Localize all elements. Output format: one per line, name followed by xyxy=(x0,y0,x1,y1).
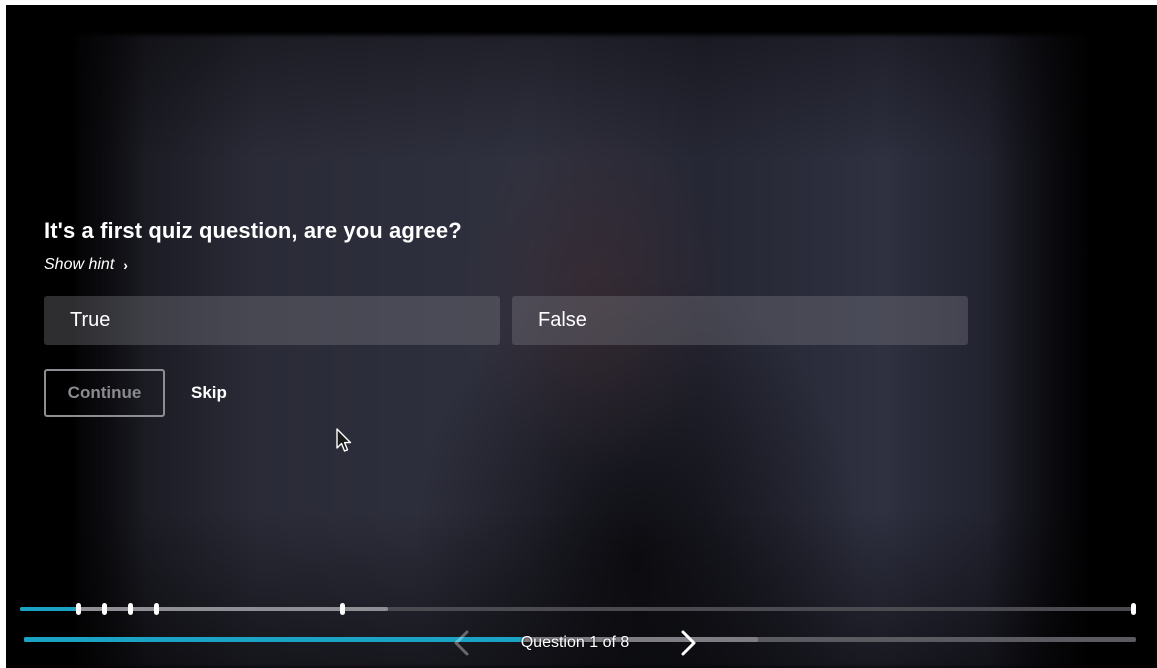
answer-label: False xyxy=(538,309,587,331)
timeline-marker[interactable] xyxy=(76,603,81,615)
timeline-marker[interactable] xyxy=(340,603,345,615)
timeline-marker[interactable] xyxy=(154,603,159,615)
answer-options: True False xyxy=(44,296,974,345)
answer-label: True xyxy=(70,309,111,331)
timeline-played xyxy=(20,607,76,611)
chevron-right-icon[interactable] xyxy=(676,629,700,657)
chevron-left-icon[interactable] xyxy=(450,629,474,657)
quiz-question: It's a first quiz question, are you agre… xyxy=(44,218,462,243)
answer-option-false[interactable]: False xyxy=(512,296,968,345)
letterbox-right xyxy=(987,5,1157,668)
question-counter: Question 1 of 8 xyxy=(520,634,630,651)
answer-option-true[interactable]: True xyxy=(44,296,500,345)
timeline-marker[interactable] xyxy=(102,603,107,615)
timeline-marker[interactable] xyxy=(128,603,133,615)
skip-button[interactable]: Skip xyxy=(191,383,227,403)
video-timeline[interactable] xyxy=(20,603,1136,615)
continue-button[interactable]: Continue xyxy=(44,369,165,417)
quiz-panel: It's a first quiz question, are you agre… xyxy=(44,218,974,417)
show-hint-link[interactable]: Show hint › xyxy=(44,256,128,274)
mouse-cursor-icon xyxy=(336,428,352,452)
timeline-marker[interactable] xyxy=(1131,603,1136,615)
show-hint-label: Show hint xyxy=(44,256,115,273)
quiz-actions: Continue Skip xyxy=(44,369,974,417)
chevron-right-icon: › xyxy=(123,257,128,273)
question-navigation: Question 1 of 8 xyxy=(450,628,700,658)
